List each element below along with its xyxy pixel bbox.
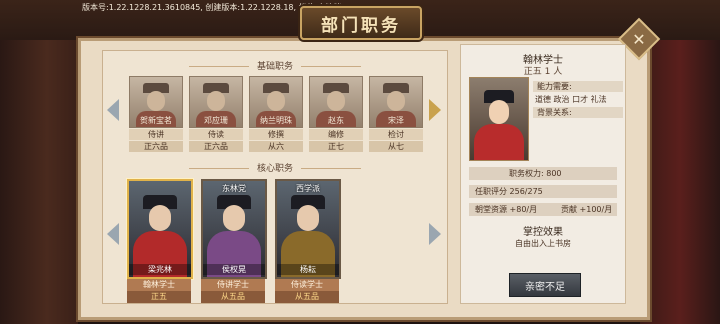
close-icon: ✕ bbox=[632, 29, 646, 49]
position-rank: 从五品 bbox=[275, 291, 339, 303]
position-rank: 从五品 bbox=[201, 291, 265, 303]
official-name: 杨耘 bbox=[277, 264, 339, 275]
position-detail-panel: 翰林学士 正五 1 人 能力需要: 道德 政治 口才 礼法 背景关系: 职务权力… bbox=[460, 44, 626, 304]
effect-title: 掌控效果 bbox=[523, 227, 563, 238]
position-title: 侍读 bbox=[189, 129, 243, 140]
position-title: 修撰 bbox=[249, 129, 303, 140]
core-position-card-selected[interactable]: 梁兆林 bbox=[127, 179, 193, 279]
face bbox=[207, 91, 225, 111]
basic-position-card[interactable]: 邓应珊 bbox=[189, 76, 243, 128]
right-curtain-decoration bbox=[640, 0, 720, 324]
official-name: 邓应珊 bbox=[204, 116, 228, 125]
position-title: 侍讲 bbox=[129, 129, 183, 140]
core-position-card[interactable]: 东林党 侯权晃 bbox=[201, 179, 267, 279]
official-name: 纳兰明珠 bbox=[260, 116, 292, 125]
position-rank: 正六品 bbox=[189, 141, 243, 152]
official-name: 宋泽 bbox=[388, 116, 404, 125]
chevron-left-icon[interactable] bbox=[107, 223, 119, 245]
resource-value: 朝堂资源 +80/月 bbox=[475, 205, 538, 214]
page-title: 部门职务 bbox=[321, 15, 401, 36]
resource-stat: 朝堂资源 +80/月 贡献 +100/月 bbox=[469, 203, 617, 216]
official-name: 赵东 bbox=[328, 116, 344, 125]
position-title: 侍读学士 bbox=[275, 279, 339, 291]
position-rank: 从六 bbox=[249, 141, 303, 152]
basic-position-card[interactable]: 赵东 bbox=[309, 76, 363, 128]
positions-panel: 基础职务 贺新宝茗 侍讲 正六品 邓应珊 侍读 正六品 纳兰明珠 修撰 从六 赵… bbox=[102, 50, 448, 304]
position-title: 翰林学士 bbox=[127, 279, 191, 291]
rating-stat: 任职评分 256/275 bbox=[469, 185, 617, 198]
title-plate: 部门职务 bbox=[300, 6, 422, 40]
chevron-right-icon[interactable] bbox=[429, 223, 441, 245]
position-title: 检讨 bbox=[369, 129, 423, 140]
position-rank: 正六品 bbox=[129, 141, 183, 152]
basic-position-card[interactable]: 贺新宝茗 bbox=[129, 76, 183, 128]
chevron-right-icon[interactable] bbox=[429, 99, 441, 121]
robe bbox=[474, 124, 524, 160]
official-name: 梁兆林 bbox=[129, 264, 191, 275]
ability-list: 道德 政治 口才 礼法 bbox=[535, 95, 607, 104]
left-curtain-decoration bbox=[0, 0, 78, 324]
ability-label: 能力需要: bbox=[533, 81, 623, 92]
contribution-value: 贡献 +100/月 bbox=[561, 205, 613, 214]
basic-section-title: 基础职务 bbox=[103, 59, 447, 72]
position-rank: 正七 bbox=[309, 141, 363, 152]
faction-badge: 东林党 bbox=[222, 184, 246, 193]
core-position-card[interactable]: 西学派 杨耘 bbox=[275, 179, 341, 279]
detail-rank-count: 正五 1 人 bbox=[523, 67, 563, 77]
face bbox=[149, 205, 171, 231]
effect-text: 自由出入上书房 bbox=[515, 239, 571, 248]
face bbox=[147, 91, 165, 111]
position-title: 侍讲学士 bbox=[201, 279, 265, 291]
face bbox=[327, 91, 345, 111]
position-title: 编修 bbox=[309, 129, 363, 140]
background-label: 背景关系: bbox=[533, 107, 623, 118]
official-name: 侯权晃 bbox=[203, 264, 265, 275]
basic-position-card[interactable]: 宋泽 bbox=[369, 76, 423, 128]
position-rank: 从七 bbox=[369, 141, 423, 152]
chevron-left-icon[interactable] bbox=[107, 99, 119, 121]
core-section-title: 核心职务 bbox=[103, 161, 447, 174]
face bbox=[489, 100, 509, 124]
faction-badge: 西学派 bbox=[296, 184, 320, 193]
face bbox=[267, 91, 285, 111]
position-rank: 正五 bbox=[127, 291, 191, 303]
face bbox=[297, 205, 319, 231]
official-name: 贺新宝茗 bbox=[140, 116, 172, 125]
basic-position-card[interactable]: 纳兰明珠 bbox=[249, 76, 303, 128]
detail-portrait bbox=[469, 77, 529, 161]
power-stat: 职务权力: 800 bbox=[469, 167, 617, 180]
face bbox=[387, 91, 405, 111]
face bbox=[223, 205, 245, 231]
intimacy-button[interactable]: 亲密不足 bbox=[509, 273, 581, 297]
